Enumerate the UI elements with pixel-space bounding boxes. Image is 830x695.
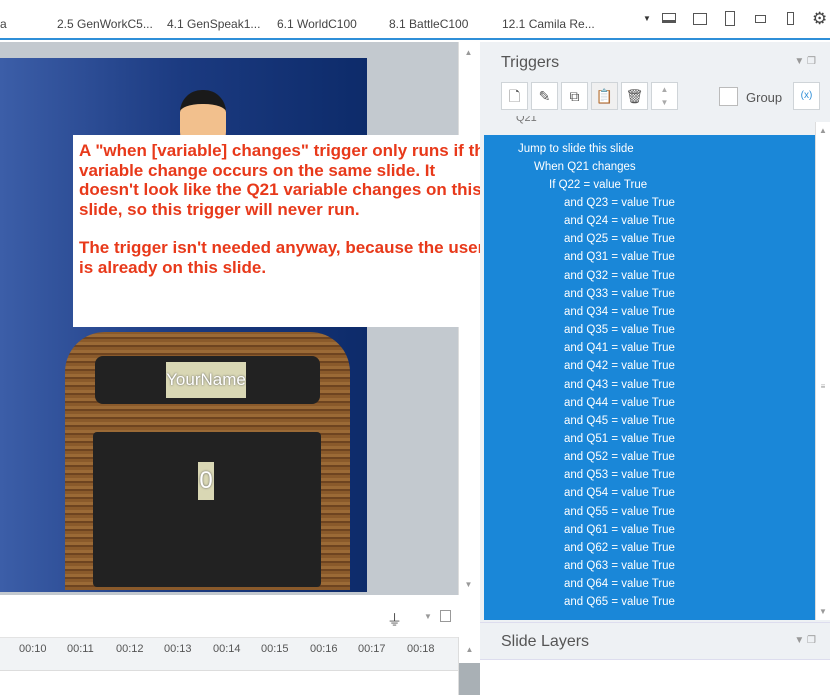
trigger-and-condition[interactable]: and Q53 = value True xyxy=(564,469,675,481)
slide-layers-list[interactable] xyxy=(480,660,830,695)
slide-tab[interactable]: 6.1 WorldC100 xyxy=(277,17,357,31)
callout-paragraph-1: A "when [variable] changes" trigger only… xyxy=(79,141,495,219)
score-display: 0 xyxy=(198,462,214,500)
timeline-tick: 00:13 xyxy=(164,643,192,655)
trigger-and-condition[interactable]: and Q51 = value True xyxy=(564,433,675,445)
trigger-and-condition[interactable]: and Q25 = value True xyxy=(564,233,675,245)
timeline-scrollbar[interactable]: ▲ xyxy=(458,637,480,695)
triggers-title: Triggers xyxy=(501,54,560,71)
edit-trigger-button[interactable]: ✎ xyxy=(531,82,558,110)
trigger-and-condition[interactable]: and Q55 = value True xyxy=(564,506,675,518)
phone-landscape-icon[interactable] xyxy=(755,15,766,23)
trigger-and-condition[interactable]: and Q65 = value True xyxy=(564,596,675,608)
trigger-and-condition[interactable]: and Q24 = value True xyxy=(564,215,675,227)
trigger-action[interactable]: Jump to slide this slide xyxy=(518,143,634,155)
new-trigger-button[interactable]: 🗋 xyxy=(501,82,528,110)
panel-menu-icon[interactable]: ▼ xyxy=(424,612,432,621)
callout-paragraph-2: The trigger isn't needed anyway, because… xyxy=(79,238,485,277)
trigger-group-header: Q21 xyxy=(516,116,537,124)
name-label: YourName xyxy=(166,362,246,398)
timeline-tick: 00:16 xyxy=(310,643,338,655)
delete-trigger-button[interactable]: 🗑 xyxy=(621,82,648,110)
trigger-and-condition[interactable]: and Q45 = value True xyxy=(564,415,675,427)
slide-tab[interactable]: 8.1 BattleC100 xyxy=(389,17,468,31)
desktop-preview-icon[interactable] xyxy=(662,13,676,23)
trigger-and-condition[interactable]: and Q35 = value True xyxy=(564,324,675,336)
trigger-and-condition[interactable]: and Q52 = value True xyxy=(564,451,675,463)
slide-layers-title: Slide Layers xyxy=(501,633,590,650)
trigger-and-condition[interactable]: and Q61 = value True xyxy=(564,524,675,536)
trigger-and-condition[interactable]: and Q43 = value True xyxy=(564,379,675,391)
timeline-align-icon[interactable]: ⏚ xyxy=(387,609,402,630)
trigger-and-condition[interactable]: and Q64 = value True xyxy=(564,578,675,590)
paste-trigger-button[interactable]: 📋 xyxy=(591,82,618,110)
treasure-chest: YourName 0 xyxy=(65,332,350,590)
trigger-and-condition[interactable]: and Q44 = value True xyxy=(564,397,675,409)
trigger-and-condition[interactable]: and Q62 = value True xyxy=(564,542,675,554)
trigger-and-condition[interactable]: and Q33 = value True xyxy=(564,288,675,300)
timeline-tick: 00:11 xyxy=(67,643,94,655)
trigger-and-condition[interactable]: and Q34 = value True xyxy=(564,306,675,318)
trigger-and-condition[interactable]: and Q32 = value True xyxy=(564,270,675,282)
trigger-list[interactable]: Jump to slide this slide When Q21 change… xyxy=(484,135,815,620)
timeline-tick: 00:17 xyxy=(358,643,386,655)
panel-menu-icon[interactable]: ▼ ❐ xyxy=(794,56,816,67)
trigger-and-condition[interactable]: and Q63 = value True xyxy=(564,560,675,572)
tablet-landscape-icon[interactable] xyxy=(693,13,707,25)
phone-portrait-icon[interactable] xyxy=(787,12,794,25)
callout-annotation: A "when [variable] changes" trigger only… xyxy=(73,135,503,327)
trigger-and-condition[interactable]: and Q23 = value True xyxy=(564,197,675,209)
trigger-condition[interactable]: If Q22 = value True xyxy=(549,179,647,191)
trigger-and-condition[interactable]: and Q54 = value True xyxy=(564,487,675,499)
group-checkbox[interactable] xyxy=(719,87,738,106)
timeline-panel: ⏚ ▼ 00:10 00:11 00:12 00:13 00:14 00:15 … xyxy=(0,595,480,695)
slide-tab[interactable]: a xyxy=(0,17,7,31)
slide-tab-bar: a 2.5 GenWorkC5... 4.1 GenSpeak1... 6.1 … xyxy=(0,0,830,40)
move-trigger-buttons[interactable]: ▲ ▼ xyxy=(651,82,678,110)
panel-menu-icon[interactable]: ▼ ❐ xyxy=(794,635,816,646)
variables-button[interactable]: (x) xyxy=(793,82,820,110)
group-label: Group xyxy=(746,90,783,105)
trigger-list-scrollbar[interactable]: ▲ ≡ ▼ xyxy=(815,122,830,620)
triggers-panel: Triggers ▼ ❐ 🗋 ✎ ⧉ 📋 🗑 ▲ ▼ Group (x) Q21 … xyxy=(480,42,830,695)
slide-tab[interactable]: 2.5 GenWorkC5... xyxy=(57,17,153,31)
timeline-tick: 00:12 xyxy=(116,643,144,655)
trigger-and-condition[interactable]: and Q31 = value True xyxy=(564,251,675,263)
trigger-and-condition[interactable]: and Q41 = value True xyxy=(564,342,675,354)
trigger-and-condition[interactable]: and Q42 = value True xyxy=(564,360,675,372)
timeline-tick: 00:18 xyxy=(407,643,435,655)
slide-layers-header: Slide Layers ▼ ❐ xyxy=(480,622,830,660)
tabs-dropdown-icon[interactable]: ▼ xyxy=(643,14,651,23)
timeline-tick: 00:14 xyxy=(213,643,241,655)
copy-trigger-button[interactable]: ⧉ xyxy=(561,82,588,110)
trigger-event[interactable]: When Q21 changes xyxy=(534,161,636,173)
slide-tab[interactable]: 4.1 GenSpeak1... xyxy=(167,17,260,31)
panel-float-icon[interactable] xyxy=(440,610,451,622)
slide-tab[interactable]: 12.1 Camila Re... xyxy=(502,17,595,31)
tablet-portrait-icon[interactable] xyxy=(725,11,735,26)
timeline-tick: 00:15 xyxy=(261,643,289,655)
gear-icon[interactable]: ⚙ xyxy=(812,9,827,29)
timeline-tick: 00:10 xyxy=(19,643,47,655)
